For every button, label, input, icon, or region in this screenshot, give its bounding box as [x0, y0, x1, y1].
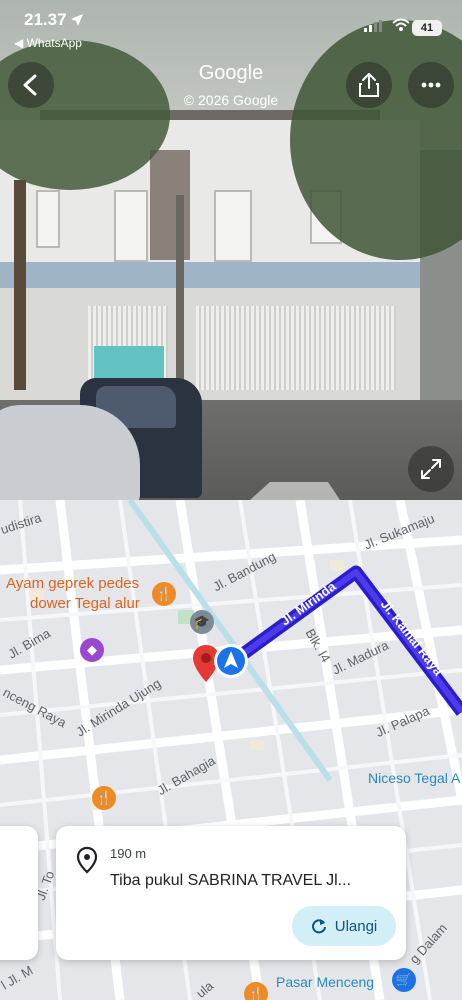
- retry-button[interactable]: Ulangi: [292, 906, 396, 946]
- expand-view-button[interactable]: [408, 446, 454, 492]
- restaurant-icon[interactable]: 🍴: [244, 982, 268, 1000]
- covered-car: [0, 405, 140, 500]
- more-dots-icon: [421, 82, 441, 88]
- step-instruction: Tiba pukul SABRINA TRAVEL Jl...: [110, 872, 351, 889]
- building-pillar: [150, 150, 190, 260]
- building-window: [36, 190, 60, 248]
- location-arrow-icon: [71, 14, 84, 26]
- status-icons: [364, 18, 410, 35]
- back-arrow-icon: [23, 74, 37, 96]
- street-direction-arrow[interactable]: [250, 478, 340, 500]
- restaurant-icon[interactable]: 🍴: [92, 786, 116, 810]
- refresh-icon: [311, 919, 326, 934]
- rolling-shutter: [196, 306, 396, 390]
- step-distance: 190 m: [110, 846, 147, 861]
- current-location-icon[interactable]: [212, 642, 250, 680]
- back-button[interactable]: [8, 62, 54, 108]
- restaurant-icon[interactable]: 🍴: [152, 582, 176, 606]
- building-canopy: [0, 262, 420, 288]
- page-title: Google: [198, 62, 264, 84]
- wifi-icon: [391, 18, 410, 31]
- share-button[interactable]: [346, 62, 392, 108]
- building-window: [214, 190, 252, 262]
- back-to-app-link[interactable]: ◀ WhatsApp: [14, 36, 82, 50]
- building-window: [114, 190, 148, 262]
- teal-door: [94, 346, 164, 382]
- status-time: 21.37: [24, 10, 84, 30]
- tree-trunk: [14, 180, 26, 390]
- street-view-panorama[interactable]: 21.37 ◀ WhatsApp 41 Google © 2026 Google: [0, 0, 462, 500]
- navigation-step-card[interactable]: 190 m Tiba pukul SABRINA TRAVEL Jl... Ul…: [56, 826, 406, 960]
- shopping-cart-icon[interactable]: 🛒: [392, 968, 416, 992]
- utility-pole: [176, 195, 184, 405]
- share-icon: [359, 73, 379, 97]
- poi-pasar-menceng[interactable]: Pasar Menceng: [276, 974, 374, 990]
- battery-indicator: 41: [412, 20, 442, 36]
- location-pin-icon: [76, 846, 98, 874]
- shop-icon[interactable]: ◆: [80, 638, 104, 662]
- poi-niceso[interactable]: Niceso Tegal A: [368, 770, 460, 786]
- poi-label: Ayam geprek pedes: [6, 575, 140, 592]
- signal-icon: [364, 20, 382, 32]
- school-icon[interactable]: 🎓: [190, 610, 214, 634]
- poi-ayam-geprek[interactable]: Ayam geprek pedes dower Tegal alur: [6, 574, 140, 614]
- retry-label: Ulangi: [334, 917, 378, 935]
- copyright-text: © 2026 Google: [183, 92, 279, 108]
- previous-step-card[interactable]: [0, 826, 38, 960]
- poi-label: dower Tegal alur: [30, 595, 140, 612]
- more-options-button[interactable]: [408, 62, 454, 108]
- expand-icon: [421, 459, 441, 479]
